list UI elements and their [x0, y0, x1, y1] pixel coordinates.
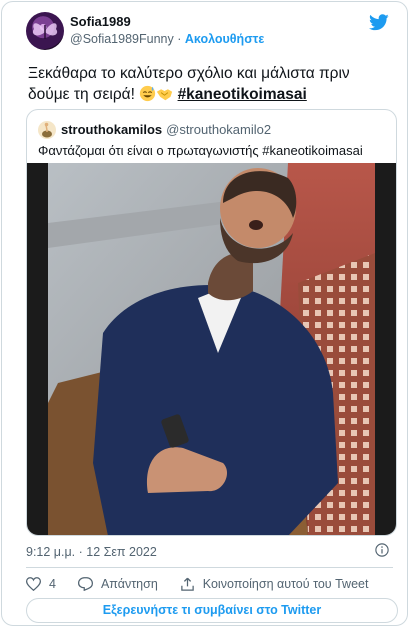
user-handle[interactable]: @Sofia1989Funny	[70, 32, 174, 46]
quoted-text: Φαντάζομαι ότι είναι ο πρωταγωνιστής #ka…	[38, 143, 363, 158]
reply-button[interactable]: Απάντηση	[77, 577, 158, 591]
like-button[interactable]: 4	[26, 577, 56, 591]
quoted-handle[interactable]: @strouthokamilo2	[166, 122, 271, 137]
quoted-display-name[interactable]: strouthokamilos	[61, 122, 162, 137]
sweat-smile-emoji-icon	[140, 85, 156, 102]
display-name[interactable]: Sofia1989	[70, 14, 131, 29]
share-label: Κοινοποίηση αυτού του Tweet	[202, 577, 369, 591]
follow-link[interactable]: Ακολουθήστε	[185, 32, 264, 46]
share-button[interactable]: Κοινοποίηση αυτού του Tweet	[180, 577, 369, 592]
avatar[interactable]	[26, 12, 64, 50]
actions-bar: 4 Απάντηση Κοινοποίηση αυτού του Tweet	[26, 575, 390, 593]
separator-dot: ·	[177, 32, 182, 46]
handle-row: @Sofia1989Funny · Ακολουθήστε	[70, 32, 264, 46]
explore-twitter-button[interactable]: Εξερευνήστε τι συμβαίνει στο Twitter	[26, 598, 398, 623]
quoted-tweet[interactable]: strouthokamilos @strouthokamilo2 Φαντάζομ…	[26, 109, 397, 536]
twitter-bird-icon[interactable]	[369, 14, 389, 31]
reply-label: Απάντηση	[100, 577, 158, 591]
tweet-timestamp[interactable]: 9:12 μ.μ. · 12 Σεπ 2022	[26, 545, 157, 559]
quoted-photo[interactable]	[27, 163, 396, 535]
photo-illustration	[48, 163, 375, 535]
tweet-card: Sofia1989 @Sofia1989Funny · Ακολουθήστε …	[1, 1, 408, 626]
info-icon[interactable]	[375, 543, 389, 557]
tweet-text: Ξεκάθαρα το καλύτερο σχόλιο και μάλιστα …	[28, 63, 388, 105]
reply-icon	[77, 577, 93, 591]
divider	[26, 567, 393, 568]
quoted-avatar[interactable]	[38, 121, 56, 139]
like-count: 4	[49, 577, 56, 591]
butterfly-icon	[32, 23, 58, 39]
heart-icon	[26, 577, 41, 591]
ostrich-icon	[42, 122, 52, 138]
hashtag-link[interactable]: #kaneotikoimasai	[178, 86, 307, 103]
share-icon	[181, 577, 194, 591]
handshake-emoji-icon	[157, 89, 173, 101]
quoted-author: strouthokamilos @strouthokamilo2	[61, 122, 271, 137]
